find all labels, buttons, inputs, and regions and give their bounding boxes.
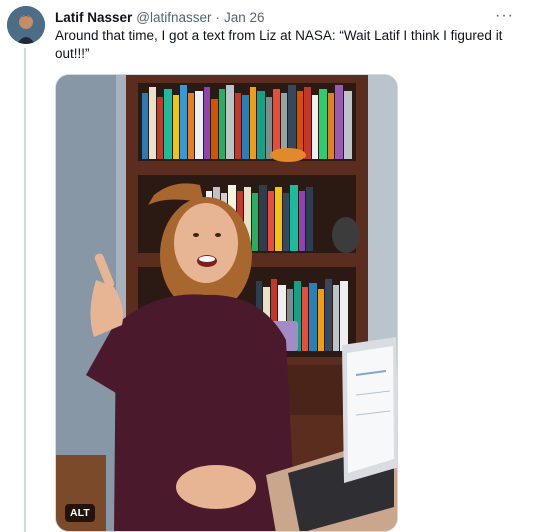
alt-text-badge[interactable]: ALT <box>65 504 95 522</box>
avatar-image <box>7 6 45 44</box>
tweet-header: Latif Nasser @latifnasser · Jan 26 <box>55 8 265 26</box>
avatar[interactable] <box>7 6 45 44</box>
photo-illustration <box>56 75 397 531</box>
tweet: Latif Nasser @latifnasser · Jan 26 ··· A… <box>0 0 540 532</box>
more-options-icon[interactable]: ··· <box>495 8 514 24</box>
author-name[interactable]: Latif Nasser <box>55 10 132 25</box>
tweet-text: Around that time, I got a text from Liz … <box>55 28 503 61</box>
tweet-photo[interactable]: ALT <box>55 74 398 532</box>
author-handle[interactable]: @latifnasser <box>136 10 211 25</box>
tweet-date[interactable]: Jan 26 <box>224 10 265 25</box>
thread-line <box>24 48 26 532</box>
separator-dot: · <box>215 9 221 25</box>
